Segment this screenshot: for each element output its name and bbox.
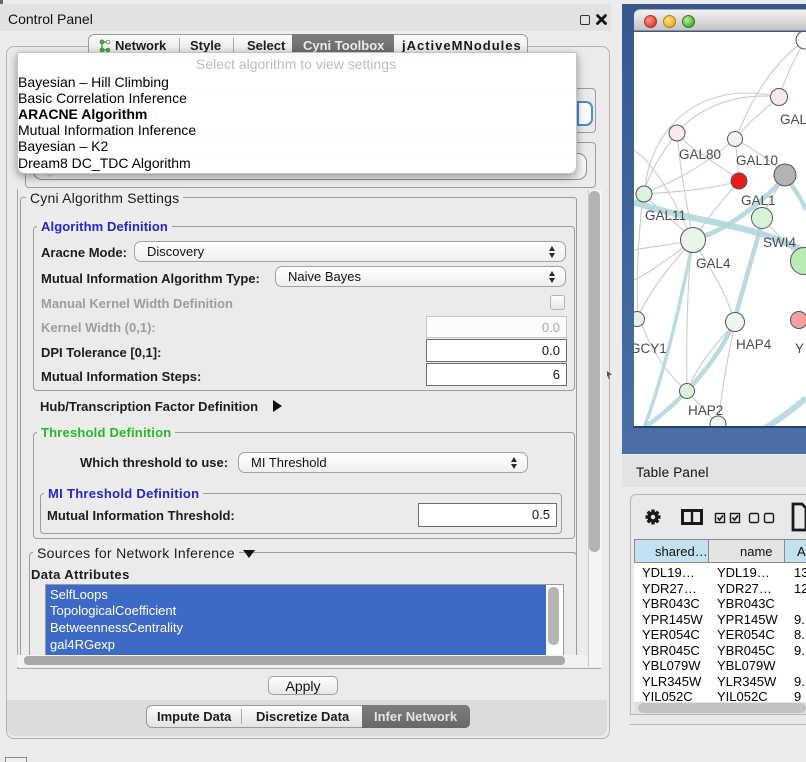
svg-text:GAL10: GAL10 bbox=[736, 153, 778, 168]
svg-text:HAP4: HAP4 bbox=[736, 337, 772, 352]
svg-text:GCY1: GCY1 bbox=[634, 341, 667, 356]
svg-text:Y: Y bbox=[795, 341, 804, 356]
svg-text:HAP2: HAP2 bbox=[688, 403, 723, 418]
svg-text:GAL1: GAL1 bbox=[741, 193, 776, 208]
svg-text:GAL: GAL bbox=[780, 112, 806, 127]
svg-text:SWI4: SWI4 bbox=[763, 235, 796, 250]
svg-text:GAL80: GAL80 bbox=[679, 147, 721, 162]
svg-text:GAL11: GAL11 bbox=[645, 208, 686, 223]
svg-text:GAL4: GAL4 bbox=[696, 256, 731, 271]
